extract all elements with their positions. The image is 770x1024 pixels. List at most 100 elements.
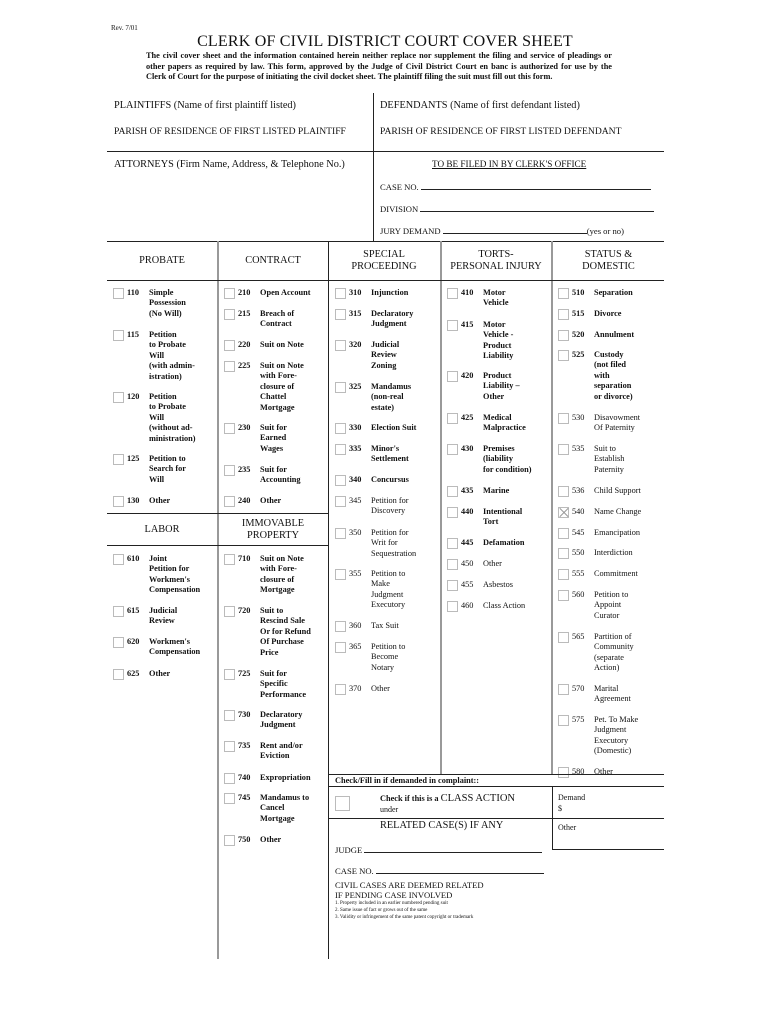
case-type-355[interactable]: 355 Petition to Make Judgment Executory xyxy=(335,569,405,611)
checkbox-310[interactable] xyxy=(335,288,346,299)
case-type-745[interactable]: 745 Mandamus to Cancel Mortgage xyxy=(224,793,309,824)
checkbox-410[interactable] xyxy=(447,288,458,299)
checkbox-315[interactable] xyxy=(335,309,346,320)
case-type-315[interactable]: 315 Declaratory Judgment xyxy=(335,309,413,330)
checkbox-125[interactable] xyxy=(113,454,124,465)
case-type-620[interactable]: 620 Workmen's Compensation xyxy=(113,637,200,658)
checkbox-230[interactable] xyxy=(224,423,235,434)
case-type-325[interactable]: 325 Mandamus (non-real estate) xyxy=(335,382,411,413)
case-type-420[interactable]: 420 Product Liability – Other xyxy=(447,371,520,402)
case-type-580[interactable]: 580 Other xyxy=(558,767,613,778)
case-type-525[interactable]: 525 Custody (not filed with separation or… xyxy=(558,350,633,402)
checkbox-365[interactable] xyxy=(335,642,346,653)
case-type-560[interactable]: 560 Petition to Appoint Curator xyxy=(558,590,628,621)
case-type-750[interactable]: 750 Other xyxy=(224,835,281,846)
checkbox-425[interactable] xyxy=(447,413,458,424)
checkbox-720[interactable] xyxy=(224,606,235,617)
case-type-535[interactable]: 535 Suit to Establish Paternity xyxy=(558,444,624,475)
checkbox-330[interactable] xyxy=(335,423,346,434)
checkbox-570[interactable] xyxy=(558,684,569,695)
case-type-550[interactable]: 550 Interdiction xyxy=(558,548,633,559)
case-type-230[interactable]: 230 Suit for Earned Wages xyxy=(224,423,287,454)
case-type-345[interactable]: 345 Petition for Discovery xyxy=(335,496,409,517)
defendants-field[interactable]: DEFENDANTS (Name of first defendant list… xyxy=(380,100,580,111)
case-type-360[interactable]: 360 Tax Suit xyxy=(335,621,399,632)
case-type-615[interactable]: 615 Judicial Review xyxy=(113,606,177,627)
case-type-625[interactable]: 625 Other xyxy=(113,669,170,680)
checkbox-545[interactable] xyxy=(558,528,569,539)
case-type-610[interactable]: 610 Joint Petition for Workmen's Compensa… xyxy=(113,554,200,596)
plaintiffs-field[interactable]: PLAINTIFFS (Name of first plaintiff list… xyxy=(114,100,296,111)
case-type-335[interactable]: 335 Minor's Settlement xyxy=(335,444,409,465)
checkbox-215[interactable] xyxy=(224,309,235,320)
case-type-530[interactable]: 530 Disavowment Of Paternity xyxy=(558,413,640,434)
checkbox-745[interactable] xyxy=(224,793,235,804)
case-type-340[interactable]: 340 Concursus xyxy=(335,475,409,486)
checkbox-530[interactable] xyxy=(558,413,569,424)
checkbox-110[interactable] xyxy=(113,288,124,299)
case-type-235[interactable]: 235 Suit for Accounting xyxy=(224,465,301,486)
checkbox-575[interactable] xyxy=(558,715,569,726)
case-type-455[interactable]: 455 Asbestos xyxy=(447,580,513,591)
checkbox-450[interactable] xyxy=(447,559,458,570)
checkbox-725[interactable] xyxy=(224,669,235,680)
case-type-555[interactable]: 555 Commitment xyxy=(558,569,638,580)
case-type-575[interactable]: 575 Pet. To Make Judgment Executory (Dome… xyxy=(558,715,638,757)
checkbox-560[interactable] xyxy=(558,590,569,601)
case-type-510[interactable]: 510 Separation xyxy=(558,288,633,299)
related-case-no-input[interactable] xyxy=(375,864,544,874)
checkbox-325[interactable] xyxy=(335,382,346,393)
checkbox-345[interactable] xyxy=(335,496,346,507)
case-type-210[interactable]: 210 Open Account xyxy=(224,288,310,299)
case-type-730[interactable]: 730 Declaratory Judgment xyxy=(224,710,302,731)
checkbox-120[interactable] xyxy=(113,392,124,403)
checkbox-420[interactable] xyxy=(447,371,458,382)
checkbox-435[interactable] xyxy=(447,486,458,497)
case-type-515[interactable]: 515 Divorce xyxy=(558,309,622,320)
case-type-125[interactable]: 125 Petition to Search for Will xyxy=(113,454,186,485)
checkbox-710[interactable] xyxy=(224,554,235,565)
clerk-division-input[interactable] xyxy=(420,202,655,212)
judge-input[interactable] xyxy=(364,843,543,853)
checkbox-580[interactable] xyxy=(558,767,569,778)
case-type-540[interactable]: 540 Name Change xyxy=(558,507,641,518)
case-type-536[interactable]: 536 Child Support xyxy=(558,486,641,497)
case-type-115[interactable]: 115 Petition to Probate Will (with admin-… xyxy=(113,330,195,382)
case-type-545[interactable]: 545 Emancipation xyxy=(558,528,640,539)
case-type-240[interactable]: 240 Other xyxy=(224,496,281,507)
checkbox-536[interactable] xyxy=(558,486,569,497)
case-type-120[interactable]: 120 Petition to Probate Will (without ad-… xyxy=(113,392,196,444)
case-type-350[interactable]: 350 Petition for Writ for Sequestration xyxy=(335,528,416,559)
case-type-370[interactable]: 370 Other xyxy=(335,684,390,695)
case-type-435[interactable]: 435 Marine xyxy=(447,486,509,497)
checkbox-355[interactable] xyxy=(335,569,346,580)
checkbox-455[interactable] xyxy=(447,580,458,591)
other-demand-field[interactable]: Other xyxy=(558,823,576,832)
checkbox-415[interactable] xyxy=(447,320,458,331)
case-type-320[interactable]: 320 Judicial Review Zoning xyxy=(335,340,399,371)
checkbox-360[interactable] xyxy=(335,621,346,632)
case-type-565[interactable]: 565 Partition of Community (separate Acti… xyxy=(558,632,634,674)
checkbox-730[interactable] xyxy=(224,710,235,721)
case-type-735[interactable]: 735 Rent and/or Eviction xyxy=(224,741,303,762)
demand-field[interactable]: $ xyxy=(558,804,562,813)
checkbox-235[interactable] xyxy=(224,465,235,476)
case-type-310[interactable]: 310 Injunction xyxy=(335,288,408,299)
case-type-725[interactable]: 725 Suit for Specific Performance xyxy=(224,669,306,700)
plaintiff-parish-field[interactable]: PARISH OF RESIDENCE OF FIRST LISTED PLAI… xyxy=(114,126,346,137)
case-type-220[interactable]: 220 Suit on Note xyxy=(224,340,304,351)
case-type-520[interactable]: 520 Annulment xyxy=(558,330,634,341)
checkbox-320[interactable] xyxy=(335,340,346,351)
checkbox-510[interactable] xyxy=(558,288,569,299)
checkbox-555[interactable] xyxy=(558,569,569,580)
checkbox-515[interactable] xyxy=(558,309,569,320)
checkbox-735[interactable] xyxy=(224,741,235,752)
checkbox-540[interactable] xyxy=(558,507,569,518)
checkbox-130[interactable] xyxy=(113,496,124,507)
checkbox-370[interactable] xyxy=(335,684,346,695)
case-type-225[interactable]: 225 Suit on Note with Fore- closure of Ch… xyxy=(224,361,304,413)
case-type-450[interactable]: 450 Other xyxy=(447,559,502,570)
checkbox-520[interactable] xyxy=(558,330,569,341)
checkbox-625[interactable] xyxy=(113,669,124,680)
checkbox-750[interactable] xyxy=(224,835,235,846)
